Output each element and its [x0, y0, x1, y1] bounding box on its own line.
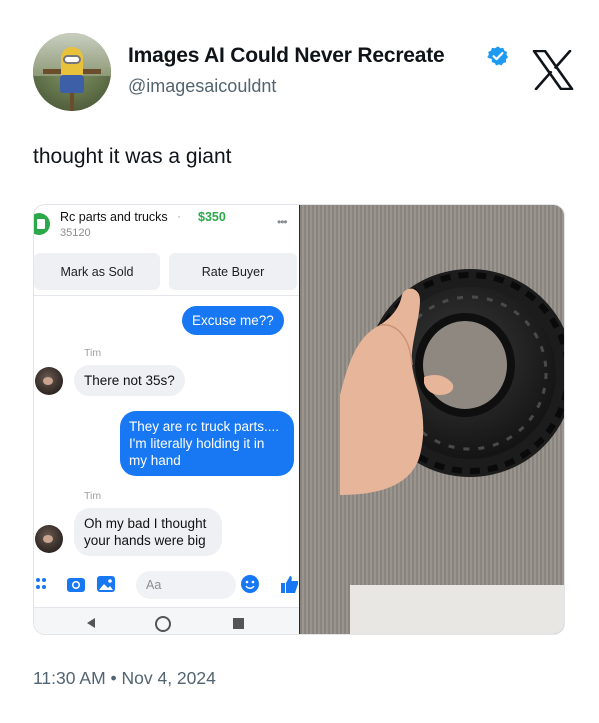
tweet-media[interactable]: Rc parts and trucks · $350 35120 ••• Mar… [33, 204, 565, 635]
tweet-text: thought it was a giant [33, 145, 232, 168]
sender-name: Tim [84, 347, 102, 359]
header-divider [34, 295, 299, 296]
verified-badge-icon [487, 46, 509, 66]
composer-input: Aa [136, 571, 236, 599]
gallery-icon [97, 576, 115, 592]
thumbs-up-icon [281, 576, 298, 593]
author-handle[interactable]: @imagesaicouldnt [128, 76, 276, 97]
rate-buyer-button: Rate Buyer [169, 253, 297, 290]
recents-nav-icon [233, 618, 244, 629]
author-avatar[interactable] [33, 33, 111, 111]
message-bubble-outgoing: Excuse me?? [182, 306, 284, 335]
author-name[interactable]: Images AI Could Never Recreate [128, 44, 445, 68]
message-bubble-incoming: There not 35s? [74, 365, 185, 396]
messenger-screenshot: Rc parts and trucks · $350 35120 ••• Mar… [34, 205, 299, 634]
message-composer: Aa [34, 568, 299, 604]
camera-icon [67, 578, 85, 592]
home-nav-icon [155, 616, 171, 632]
tim-avatar [35, 367, 63, 395]
tweet-timestamp[interactable]: 11:30 AM • Nov 4, 2024 [33, 668, 216, 689]
marketplace-icon [34, 213, 50, 235]
listing-location: 35120 [60, 227, 91, 239]
emoji-icon [241, 575, 259, 593]
listing-title: Rc parts and trucks [60, 210, 168, 224]
rc-tire-image [340, 269, 564, 495]
back-nav-icon [87, 618, 95, 628]
more-options-icon: ••• [277, 215, 288, 229]
x-logo-icon[interactable] [532, 50, 574, 90]
listing-price: $350 [198, 210, 226, 224]
mark-as-sold-button: Mark as Sold [34, 253, 160, 290]
apps-icon [36, 578, 46, 589]
tire-photo [300, 205, 564, 634]
android-nav-bar [34, 607, 299, 634]
sender-name: Tim [84, 490, 102, 502]
tim-avatar [35, 525, 63, 553]
listing-separator: · [177, 209, 181, 223]
message-bubble-incoming: Oh my bad I thought your hands were big [74, 508, 222, 556]
message-bubble-outgoing: They are rc truck parts.... I'm literall… [120, 411, 294, 476]
table-surface [350, 585, 564, 634]
